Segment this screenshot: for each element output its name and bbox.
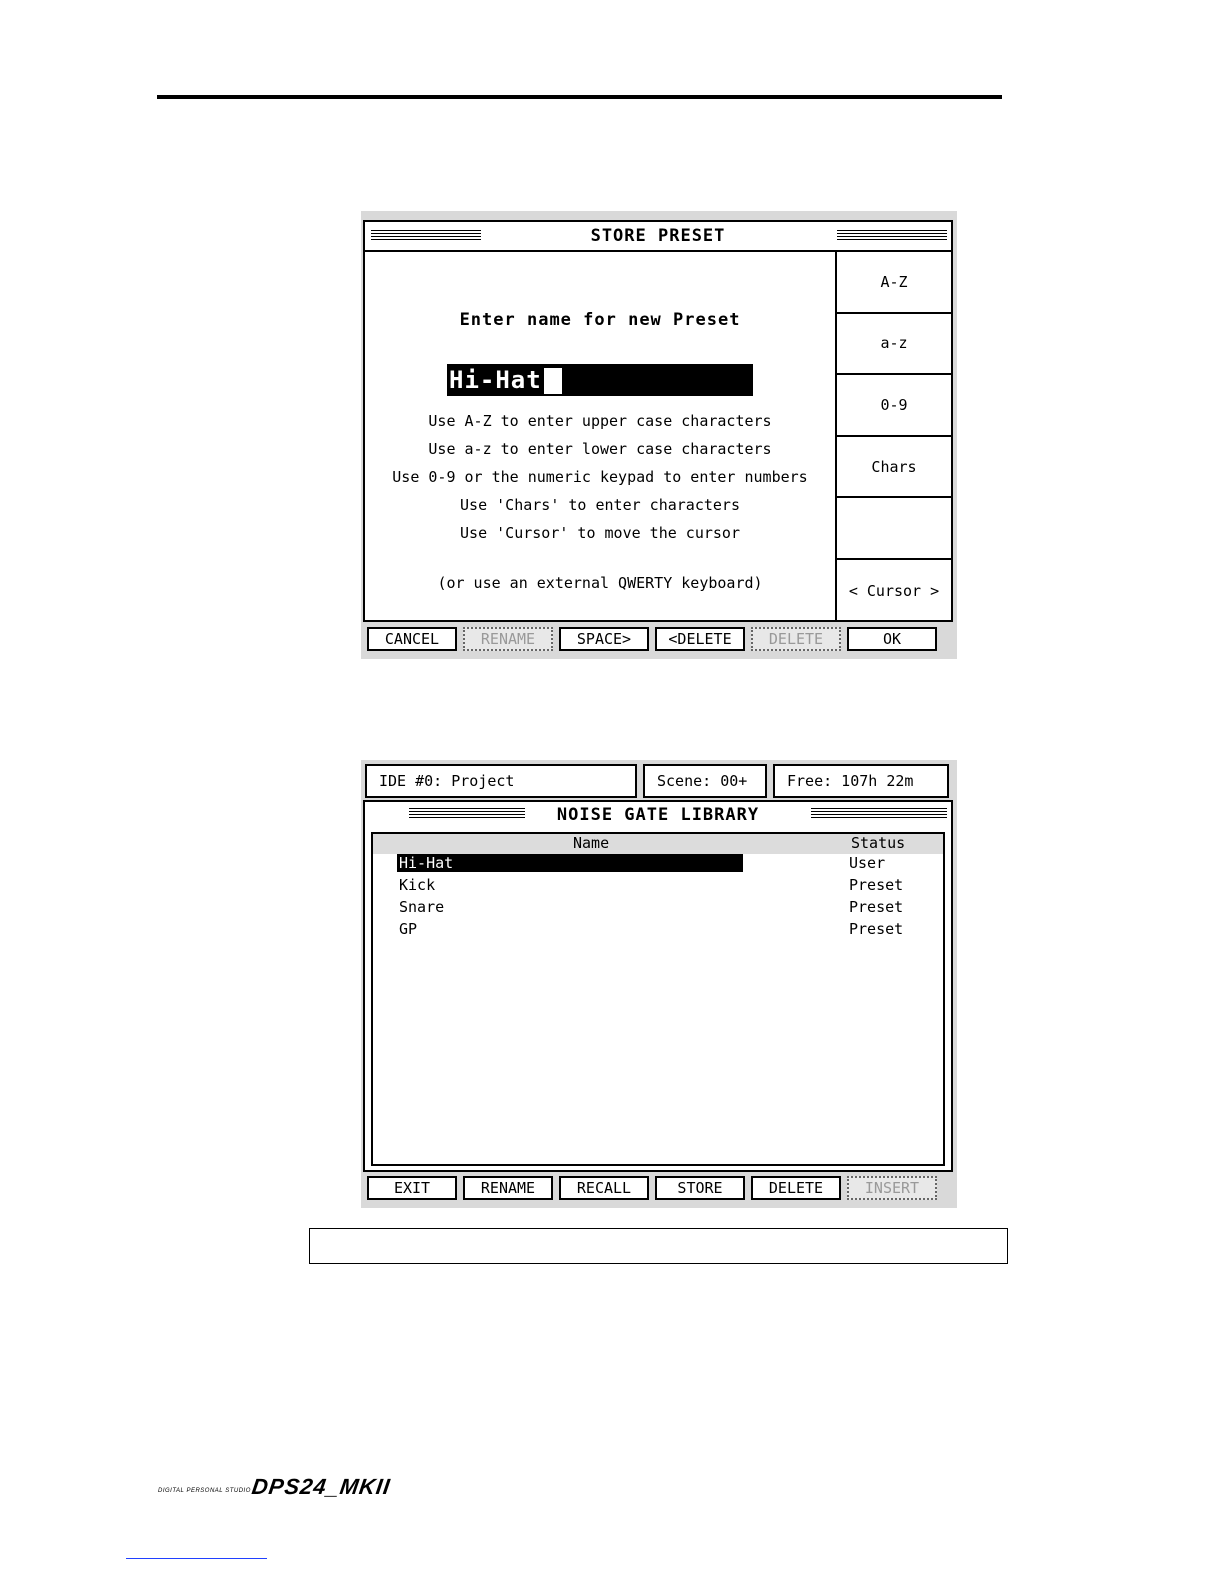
preset-name: GP	[399, 920, 418, 938]
preset-status: Preset	[849, 898, 904, 916]
backspace-button[interactable]: <DELETE	[655, 627, 745, 651]
prompt-text: Enter name for new Preset	[459, 310, 741, 330]
space-button[interactable]: SPACE>	[559, 627, 649, 651]
side-button-column: A-Z a-z 0-9 Chars < Cursor >	[835, 252, 951, 622]
list-header: Name Status	[373, 834, 943, 854]
status-row: IDE #0: Project Scene: 00+ Free: 107h 22…	[365, 764, 951, 798]
list-item[interactable]: Hi-Hat User	[373, 854, 943, 876]
help-line: Use A-Z to enter upper case characters	[428, 412, 772, 430]
help-line: Use 'Cursor' to move the cursor	[460, 524, 740, 542]
name-column-header: Name	[573, 834, 610, 852]
delete-button[interactable]: DELETE	[751, 627, 841, 651]
delete-button[interactable]: DELETE	[751, 1176, 841, 1200]
title-stripes-right	[837, 230, 947, 242]
store-button[interactable]: STORE	[655, 1176, 745, 1200]
list-item[interactable]: GP Preset	[373, 920, 943, 942]
cursor-button[interactable]: < Cursor >	[837, 560, 951, 622]
free-space-status: Free: 107h 22m	[773, 764, 949, 798]
preset-status: Preset	[849, 876, 904, 894]
soft-key-bar: CANCEL RENAME SPACE> <DELETE DELETE OK	[367, 627, 937, 651]
top-rule	[157, 95, 1002, 99]
help-line: Use a-z to enter lower case characters	[428, 440, 772, 458]
text-cursor	[543, 368, 562, 394]
cancel-button[interactable]: CANCEL	[367, 627, 457, 651]
exit-button[interactable]: EXIT	[367, 1176, 457, 1200]
lowercase-button[interactable]: a-z	[837, 314, 951, 376]
footer-link-underline	[126, 1558, 267, 1559]
library-window: NOISE GATE LIBRARY Name Status Hi-Hat Us…	[363, 800, 953, 1172]
preset-name: Kick	[399, 876, 436, 894]
preset-name: Hi-Hat	[397, 854, 743, 872]
ok-button[interactable]: OK	[847, 627, 937, 651]
preset-status: Preset	[849, 920, 904, 938]
uppercase-button[interactable]: A-Z	[837, 252, 951, 314]
list-item[interactable]: Snare Preset	[373, 898, 943, 920]
chars-button[interactable]: Chars	[837, 437, 951, 499]
caption-box	[309, 1228, 1008, 1264]
preset-name-input[interactable]: Hi-Hat	[447, 364, 753, 396]
rename-button[interactable]: RENAME	[463, 1176, 553, 1200]
status-column-header: Status	[851, 834, 906, 852]
list-item[interactable]: Kick Preset	[373, 876, 943, 898]
recall-button[interactable]: RECALL	[559, 1176, 649, 1200]
title-stripes-right	[811, 808, 947, 820]
insert-button[interactable]: INSERT	[847, 1176, 937, 1200]
preset-name: Snare	[399, 898, 445, 916]
help-line: Use 0-9 or the numeric keypad to enter n…	[392, 468, 808, 486]
drive-status: IDE #0: Project	[365, 764, 637, 798]
help-line: Use 'Chars' to enter characters	[460, 496, 740, 514]
product-logo: DPS24_MKII	[250, 1474, 393, 1499]
name-entry-panel: Enter name for new Preset Hi-Hat Use A-Z…	[365, 252, 835, 622]
preset-name-value: Hi-Hat	[449, 366, 542, 394]
rename-button[interactable]: RENAME	[463, 627, 553, 651]
numbers-button[interactable]: 0-9	[837, 375, 951, 437]
scene-status: Scene: 00+	[643, 764, 767, 798]
store-preset-window: STORE PRESET Enter name for new Preset H…	[363, 220, 953, 622]
title-bar: STORE PRESET	[365, 222, 951, 252]
footer-tagline: DIGITAL PERSONAL STUDIO	[158, 1488, 251, 1494]
store-preset-screen: STORE PRESET Enter name for new Preset H…	[361, 211, 957, 659]
library-screen: IDE #0: Project Scene: 00+ Free: 107h 22…	[361, 760, 957, 1208]
preset-status: User	[849, 854, 886, 872]
blank-side-button[interactable]	[837, 498, 951, 560]
preset-list: Name Status Hi-Hat User Kick Preset Snar…	[371, 832, 945, 1166]
soft-key-bar: EXIT RENAME RECALL STORE DELETE INSERT	[367, 1176, 937, 1200]
external-keyboard-hint: (or use an external QWERTY keyboard)	[437, 574, 763, 592]
